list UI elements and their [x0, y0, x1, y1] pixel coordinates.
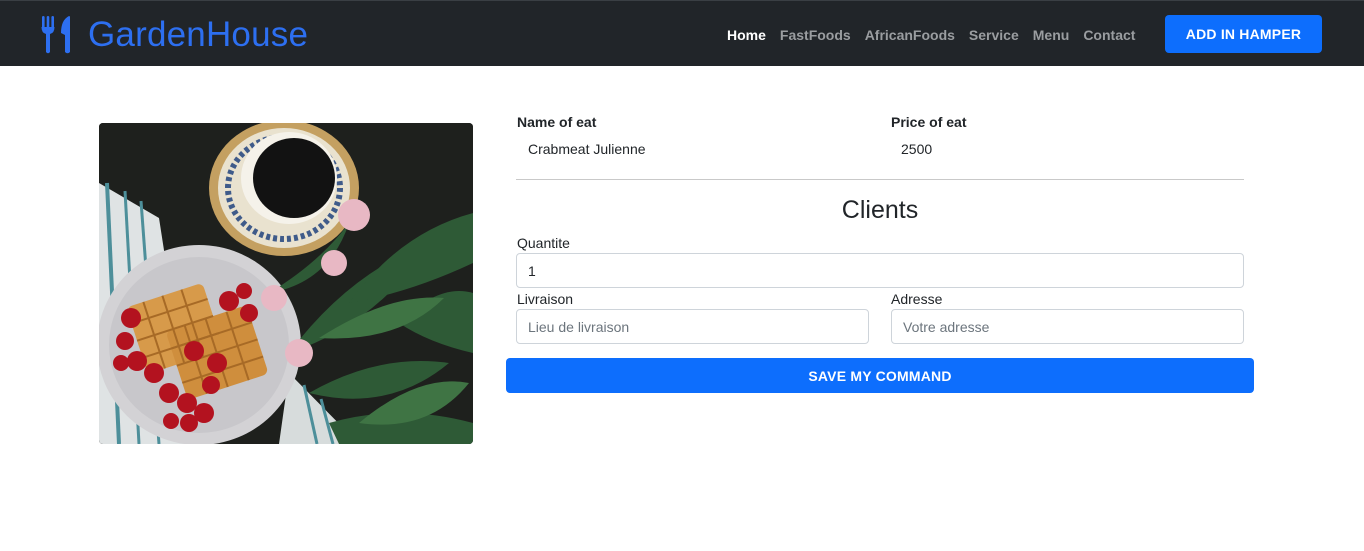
nav-item-service[interactable]: Service [969, 25, 1019, 45]
quantity-input[interactable] [516, 253, 1244, 288]
nav-item-fastfoods[interactable]: FastFoods [780, 25, 851, 45]
delivery-label: Livraison [517, 291, 574, 307]
navbar: GardenHouse Home FastFoods AfricanFoods … [0, 0, 1364, 66]
nav-item-home[interactable]: Home [727, 25, 766, 45]
nav-menu: Home FastFoods AfricanFoods Service Menu… [727, 25, 1135, 45]
price-of-eat-label: Price of eat [891, 114, 967, 130]
address-label: Adresse [891, 291, 943, 307]
clients-title: Clients [841, 196, 919, 224]
nav-item-menu[interactable]: Menu [1033, 25, 1070, 45]
brand-link[interactable]: GardenHouse [40, 15, 308, 55]
add-in-hamper-button[interactable]: ADD IN HAMPER [1165, 15, 1322, 53]
address-input[interactable] [891, 309, 1244, 344]
divider [516, 179, 1244, 180]
save-my-command-button[interactable]: SAVE MY COMMAND [506, 358, 1254, 393]
nav-item-contact[interactable]: Contact [1083, 25, 1135, 45]
quantity-label: Quantite [517, 235, 570, 251]
food-image [99, 123, 473, 444]
brand-name: GardenHouse [88, 15, 309, 54]
name-of-eat-value: Crabmeat Julienne [528, 141, 646, 157]
price-of-eat-value: 2500 [901, 141, 933, 157]
delivery-input[interactable] [516, 309, 869, 344]
nav-item-africanfoods[interactable]: AfricanFoods [865, 25, 955, 45]
utensils-icon [41, 16, 70, 54]
name-of-eat-label: Name of eat [517, 114, 597, 130]
